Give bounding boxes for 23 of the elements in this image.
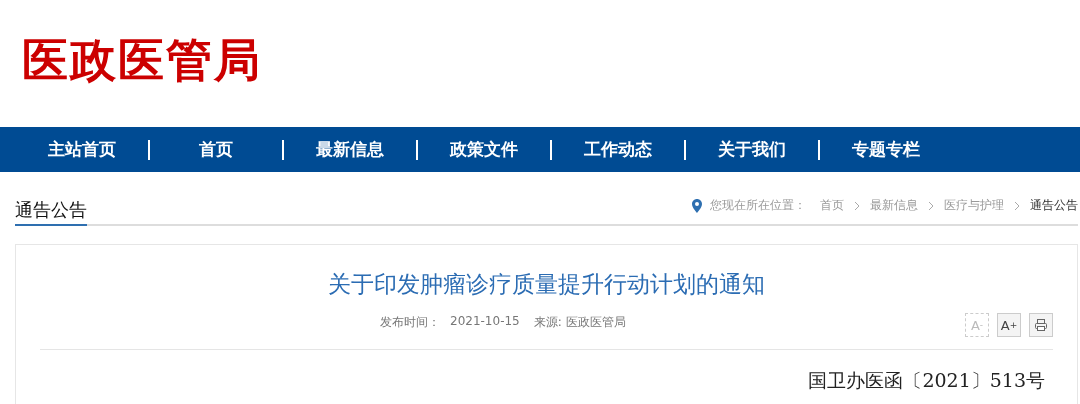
publish-date: 2021-10-15 — [450, 313, 520, 330]
chevron-icon — [1014, 200, 1020, 211]
section-title: 通告公告 — [15, 198, 87, 226]
nav-link[interactable]: 首页 — [150, 138, 282, 161]
nav-link[interactable]: 最新信息 — [284, 138, 416, 161]
date-label: 发布时间： — [380, 313, 440, 331]
chevron-icon — [854, 200, 860, 211]
article-title: 关于印发肿瘤诊疗质量提升行动计划的通知 — [327, 270, 766, 299]
nav-link[interactable]: 关于我们 — [686, 138, 818, 161]
breadcrumb-label: 您现在所在位置： — [710, 197, 806, 214]
nav-link[interactable]: 工作动态 — [552, 138, 684, 161]
article-source: 来源: 医政医管局 — [533, 313, 626, 331]
site-title: 医政医管局 — [22, 31, 262, 89]
nav-link[interactable]: 主站首页 — [16, 138, 148, 161]
print-button[interactable] — [1029, 313, 1053, 337]
location-pin-icon — [692, 198, 702, 213]
nav-link[interactable]: 专题专栏 — [820, 138, 952, 161]
breadcrumb-link[interactable]: 通告公告 — [1030, 197, 1078, 214]
nav-link[interactable]: 政策文件 — [418, 138, 550, 161]
printer-icon — [1034, 318, 1048, 332]
increase-font-button[interactable]: A$^{+}$ — [997, 313, 1021, 337]
document-number: 国卫办医函〔2021〕513号 — [807, 368, 1046, 393]
chevron-icon — [928, 200, 934, 211]
